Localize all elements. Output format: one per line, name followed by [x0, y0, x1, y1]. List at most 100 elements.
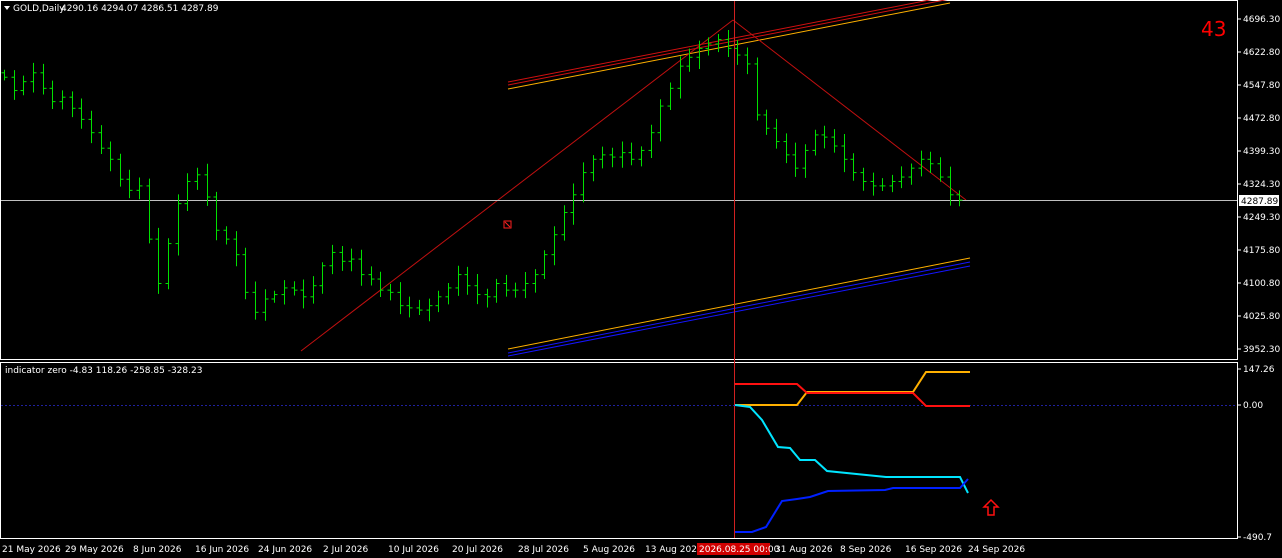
ohlc-bar	[503, 274, 510, 297]
ohlc-bar	[233, 231, 240, 267]
ohlc-bar	[397, 282, 404, 315]
ohlc-bar	[223, 226, 230, 245]
indicator-red-line	[735, 383, 970, 407]
time-label: 8 Jun 2026	[133, 545, 182, 555]
ohlc-bar	[281, 280, 288, 305]
ohlc-bar	[908, 163, 915, 185]
indicator-label: -490.7	[1243, 533, 1272, 543]
ohlc-bar	[165, 238, 172, 290]
ohlc-bar	[319, 262, 326, 294]
indicator-blue-line	[735, 478, 969, 533]
ohlc-bar	[561, 205, 568, 241]
ohlc-bar	[580, 162, 587, 203]
ohlc-bar	[628, 142, 635, 166]
ohlc-bar	[802, 144, 809, 178]
arrow-up-icon[interactable]	[982, 498, 1000, 516]
time-label: 29 May 2026	[65, 545, 124, 555]
ohlc-bar	[146, 178, 153, 244]
ohlc-bar	[609, 147, 616, 168]
ohlc-bar	[792, 142, 799, 177]
ohlc-bar	[1, 69, 8, 81]
ohlc-values: 4290.16 4294.07 4286.51 4287.89	[61, 4, 219, 14]
ohlc-bar	[40, 63, 47, 95]
ohlc-bar	[657, 99, 664, 142]
ohlc-bar	[744, 47, 751, 75]
time-label: 10 Jul 2026	[388, 545, 439, 555]
time-label: 24 Sep 2026	[968, 545, 1025, 555]
ohlc-bar	[339, 246, 346, 271]
ohlc-bar	[262, 289, 269, 321]
ohlc-bar	[30, 62, 37, 93]
price-label: 4472.80	[1243, 114, 1280, 124]
indicator-title: indicator zero -4.83 118.26 -258.85 -328…	[5, 366, 202, 376]
ohlc-bar	[426, 298, 433, 322]
ohlc-bar	[88, 110, 95, 144]
main-chart-frame	[0, 0, 1238, 360]
indicator-orange-line	[735, 371, 970, 406]
ohlc-bar	[175, 194, 182, 256]
indicator-label: 0.00	[1243, 401, 1263, 411]
ohlc-bar	[841, 134, 848, 173]
time-label: 20 Jul 2026	[452, 545, 503, 555]
channel-bottom-blue	[507, 261, 971, 354]
ohlc-bar	[783, 133, 790, 164]
indicator-cyan-line	[734, 404, 969, 494]
ohlc-bar	[126, 169, 133, 199]
ohlc-bar	[638, 146, 645, 167]
price-tick-group	[1238, 18, 1241, 350]
ohlc-bar	[368, 266, 375, 286]
time-label: 16 Jun 2026	[195, 545, 249, 555]
time-label: 13 Aug 2026	[645, 545, 703, 555]
trend-lines	[300, 0, 971, 357]
ohlc-bar	[532, 269, 539, 293]
time-label: 24 Jun 2026	[258, 545, 312, 555]
ohlc-bar	[484, 288, 491, 308]
ohlc-bar	[20, 75, 27, 96]
price-label: 4696.30	[1243, 15, 1280, 25]
ohlc-bar	[927, 151, 934, 174]
indicator-axis: 147.26 0.00 -490.7	[1238, 365, 1275, 543]
ohlc-bar	[329, 244, 336, 275]
ohlc-bar	[715, 33, 722, 53]
trading-chart[interactable]: GOLD,Daily 4290.16 4294.07 4286.51 4287.…	[0, 0, 1282, 558]
ohlc-bar	[590, 155, 597, 182]
ohlc-bar	[831, 129, 838, 153]
ohlc-bar	[570, 183, 577, 225]
price-axis: 4696.30 4622.80 4547.80 4472.80 4399.30 …	[1238, 15, 1280, 355]
ohlc-bar	[348, 248, 355, 272]
zigzag-down	[732, 19, 967, 201]
ohlc-bar	[155, 227, 162, 294]
ohlc-bar	[435, 290, 442, 313]
ohlc-bar	[271, 290, 278, 303]
ohlc-bar	[522, 271, 529, 299]
time-label: 21 May 2026	[2, 545, 61, 555]
ohlc-bar	[619, 141, 626, 168]
triangle-down-icon[interactable]	[4, 6, 10, 10]
ohlc-bar	[455, 265, 462, 296]
ohlc-bar	[136, 177, 143, 200]
ohlc-bar	[464, 266, 471, 295]
price-label: 4399.30	[1243, 147, 1280, 157]
ohlc-bar	[310, 276, 317, 304]
ohlc-bar	[648, 124, 655, 158]
ohlc-bar	[252, 281, 259, 320]
ohlc-bar	[889, 174, 896, 193]
price-label: 4622.80	[1243, 48, 1280, 58]
ohlc-bar	[387, 283, 394, 301]
ohlc-bar	[725, 30, 732, 58]
ohlc-bar	[204, 163, 211, 206]
ohlc-bar	[300, 279, 307, 309]
ohlc-bar	[551, 226, 558, 266]
crosshair-date-label: 2026.08.25 00:00	[699, 545, 780, 555]
ohlc-bar	[445, 283, 452, 305]
ohlc-bar	[242, 247, 249, 300]
zigzag-up	[300, 19, 734, 352]
ohlc-bar	[117, 153, 124, 187]
ohlc-bar	[416, 299, 423, 315]
ohlc-bar	[850, 153, 857, 181]
ohlc-bar	[377, 271, 384, 298]
ohlc-bar	[11, 70, 18, 100]
counter-label: 43	[1201, 17, 1226, 41]
price-label: 3952.30	[1243, 345, 1280, 355]
ohlc-bar	[406, 296, 413, 318]
